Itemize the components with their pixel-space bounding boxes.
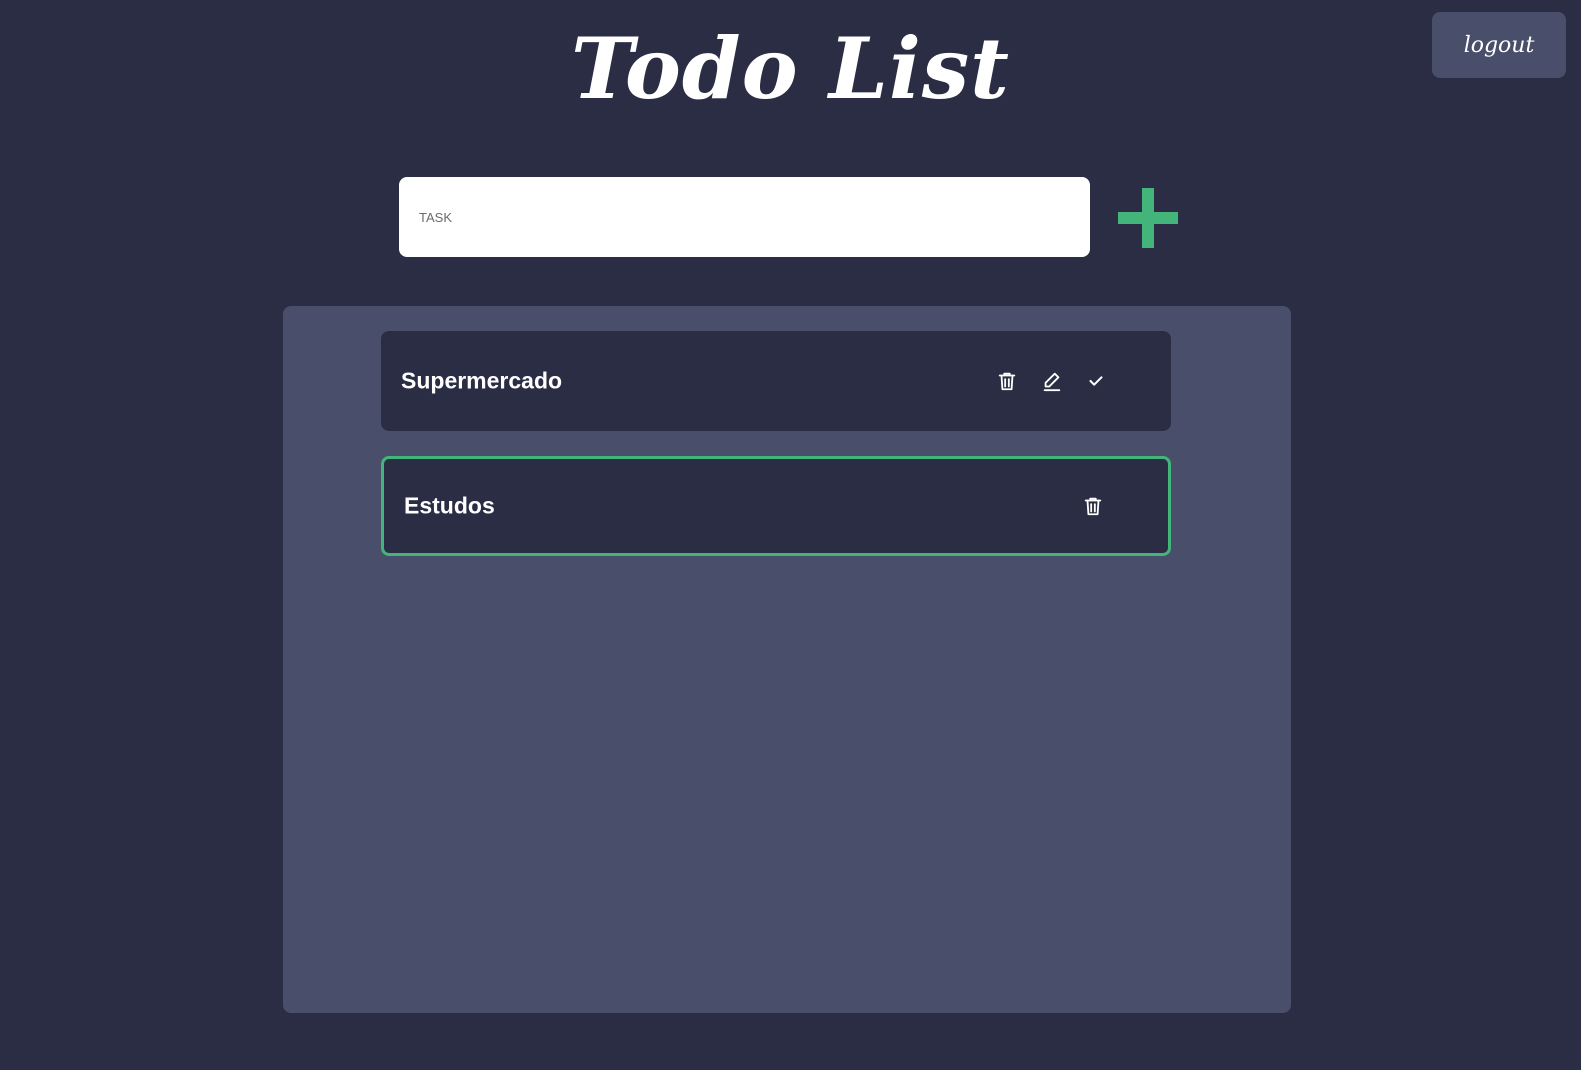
task-list-panel: Supermercado Estudos [283,306,1291,1013]
complete-task-button[interactable] [1082,367,1110,395]
task-item: Supermercado [381,331,1171,431]
edit-task-button[interactable] [1038,367,1066,395]
plus-icon [1118,188,1178,248]
pencil-icon [1043,372,1061,392]
task-item-completed: Estudos [381,456,1171,556]
todo-app: Todo List logout Supermercado [0,0,1581,1070]
delete-task-button[interactable] [993,367,1021,395]
trash-icon [998,372,1016,391]
delete-task-button[interactable] [1079,492,1107,520]
task-input[interactable] [399,177,1090,257]
add-task-button[interactable] [1116,186,1180,250]
page-title: Todo List [571,19,1010,118]
task-label: Supermercado [401,367,563,394]
trash-icon [1084,497,1102,516]
logout-button[interactable]: logout [1432,12,1566,78]
check-icon [1089,376,1103,386]
task-label: Estudos [404,492,495,519]
